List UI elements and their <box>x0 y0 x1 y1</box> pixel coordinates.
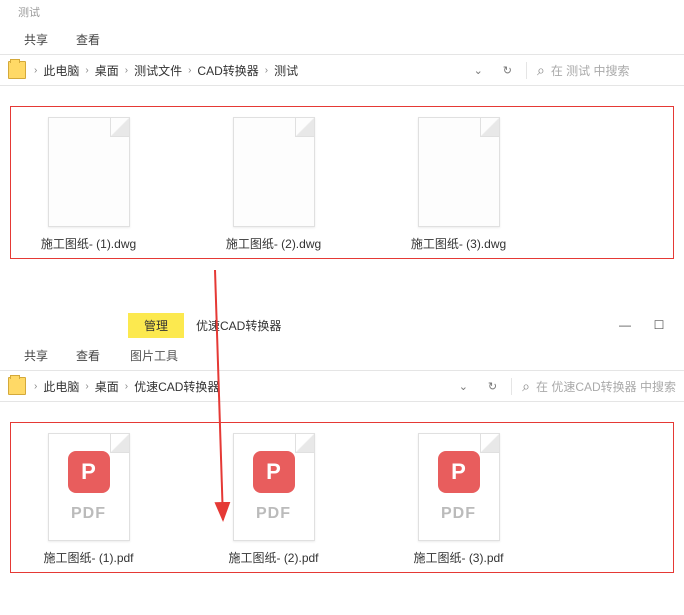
manage-tab[interactable]: 管理 <box>128 313 184 338</box>
tab-view[interactable]: 查看 <box>62 343 114 368</box>
folder-icon[interactable] <box>8 61 26 79</box>
highlight-box: 施工图纸- (1).dwg 施工图纸- (2).dwg 施工图纸- (3).dw… <box>10 106 674 259</box>
file-name: 施工图纸- (2).dwg <box>226 235 321 252</box>
search-icon: ⌕ <box>537 62 545 79</box>
crumb-folder3[interactable]: 测试 <box>272 60 300 81</box>
dropdown-icon[interactable]: ⌄ <box>468 61 489 80</box>
breadcrumb[interactable]: › 此电脑 › 桌面 › 测试文件 › CAD转换器 › 测试 <box>34 60 460 81</box>
refresh-icon[interactable]: ↻ <box>482 377 503 396</box>
crumb-desktop[interactable]: 桌面 <box>93 60 121 81</box>
pdf-file-icon: P PDF <box>233 433 315 541</box>
ribbon-tabs: 共享 查看 图片工具 <box>0 340 684 370</box>
folder-icon[interactable] <box>8 377 26 395</box>
chevron-icon: › <box>34 65 37 76</box>
titlebar: 管理 优速CAD转换器 — ☐ <box>0 310 684 340</box>
crumb-folder1[interactable]: 测试文件 <box>132 60 184 81</box>
file-name: 施工图纸- (2).pdf <box>228 549 318 566</box>
file-item[interactable]: P PDF 施工图纸- (3).pdf <box>381 433 536 566</box>
chevron-icon: › <box>34 381 37 392</box>
refresh-icon[interactable]: ↻ <box>497 61 518 80</box>
file-item[interactable]: P PDF 施工图纸- (2).pdf <box>196 433 351 566</box>
pdf-label: PDF <box>441 505 476 523</box>
search-box[interactable]: ⌕ 在 测试 中搜索 <box>526 62 676 79</box>
pdf-label: PDF <box>71 505 106 523</box>
chevron-icon: › <box>85 65 88 76</box>
chevron-icon: › <box>125 65 128 76</box>
crumb-folder1[interactable]: 优速CAD转换器 <box>132 376 221 397</box>
minimize-button[interactable]: — <box>618 318 632 332</box>
file-item[interactable]: 施工图纸- (1).dwg <box>11 117 166 252</box>
pdf-file-icon: P PDF <box>418 433 500 541</box>
dwg-file-icon <box>418 117 500 227</box>
dwg-file-icon <box>233 117 315 227</box>
pdf-badge-icon: P <box>438 451 480 493</box>
tool-tab[interactable]: 图片工具 <box>118 343 190 368</box>
file-name: 施工图纸- (1).pdf <box>43 549 133 566</box>
explorer-window-source: 测试 共享 查看 › 此电脑 › 桌面 › 测试文件 › CAD转换器 › 测试… <box>0 0 684 310</box>
file-name: 施工图纸- (3).dwg <box>411 235 506 252</box>
crumb-desktop[interactable]: 桌面 <box>93 376 121 397</box>
chevron-icon: › <box>188 65 191 76</box>
ribbon-tabs: 共享 查看 <box>0 24 684 54</box>
dropdown-icon[interactable]: ⌄ <box>453 377 474 396</box>
tab-view[interactable]: 查看 <box>62 27 114 52</box>
file-item[interactable]: 施工图纸- (3).dwg <box>381 117 536 252</box>
search-box[interactable]: ⌕ 在 优速CAD转换器 中搜索 <box>511 378 676 395</box>
file-pane: P PDF 施工图纸- (1).pdf P PDF 施工图纸- (2).pdf … <box>0 402 684 583</box>
app-title: 优速CAD转换器 <box>184 313 293 338</box>
search-placeholder: 在 优速CAD转换器 中搜索 <box>536 378 676 395</box>
pdf-file-icon: P PDF <box>48 433 130 541</box>
address-bar: › 此电脑 › 桌面 › 测试文件 › CAD转换器 › 测试 ⌄ ↻ ⌕ 在 … <box>0 54 684 86</box>
search-placeholder: 在 测试 中搜索 <box>551 62 630 79</box>
window-title: 测试 <box>0 0 684 24</box>
crumb-folder2[interactable]: CAD转换器 <box>195 60 260 81</box>
highlight-box: P PDF 施工图纸- (1).pdf P PDF 施工图纸- (2).pdf … <box>10 422 674 573</box>
explorer-window-target: 管理 优速CAD转换器 — ☐ 共享 查看 图片工具 › 此电脑 › 桌面 › … <box>0 310 684 615</box>
dwg-file-icon <box>48 117 130 227</box>
address-controls: ⌄ ↻ <box>468 61 518 80</box>
breadcrumb[interactable]: › 此电脑 › 桌面 › 优速CAD转换器 <box>34 376 445 397</box>
file-name: 施工图纸- (3).pdf <box>413 549 503 566</box>
address-controls: ⌄ ↻ <box>453 377 503 396</box>
tab-share[interactable]: 共享 <box>10 27 62 52</box>
maximize-button[interactable]: ☐ <box>652 318 666 332</box>
address-bar: › 此电脑 › 桌面 › 优速CAD转换器 ⌄ ↻ ⌕ 在 优速CAD转换器 中… <box>0 370 684 402</box>
crumb-pc[interactable]: 此电脑 <box>41 376 81 397</box>
pdf-label: PDF <box>256 505 291 523</box>
window-controls: — ☐ <box>618 318 684 332</box>
chevron-icon: › <box>265 65 268 76</box>
file-item[interactable]: 施工图纸- (2).dwg <box>196 117 351 252</box>
crumb-pc[interactable]: 此电脑 <box>41 60 81 81</box>
file-name: 施工图纸- (1).dwg <box>41 235 136 252</box>
chevron-icon: › <box>85 381 88 392</box>
search-icon: ⌕ <box>522 378 530 395</box>
tab-share[interactable]: 共享 <box>10 343 62 368</box>
file-pane: 施工图纸- (1).dwg 施工图纸- (2).dwg 施工图纸- (3).dw… <box>0 86 684 269</box>
chevron-icon: › <box>125 381 128 392</box>
pdf-badge-icon: P <box>253 451 295 493</box>
file-item[interactable]: P PDF 施工图纸- (1).pdf <box>11 433 166 566</box>
pdf-badge-icon: P <box>68 451 110 493</box>
